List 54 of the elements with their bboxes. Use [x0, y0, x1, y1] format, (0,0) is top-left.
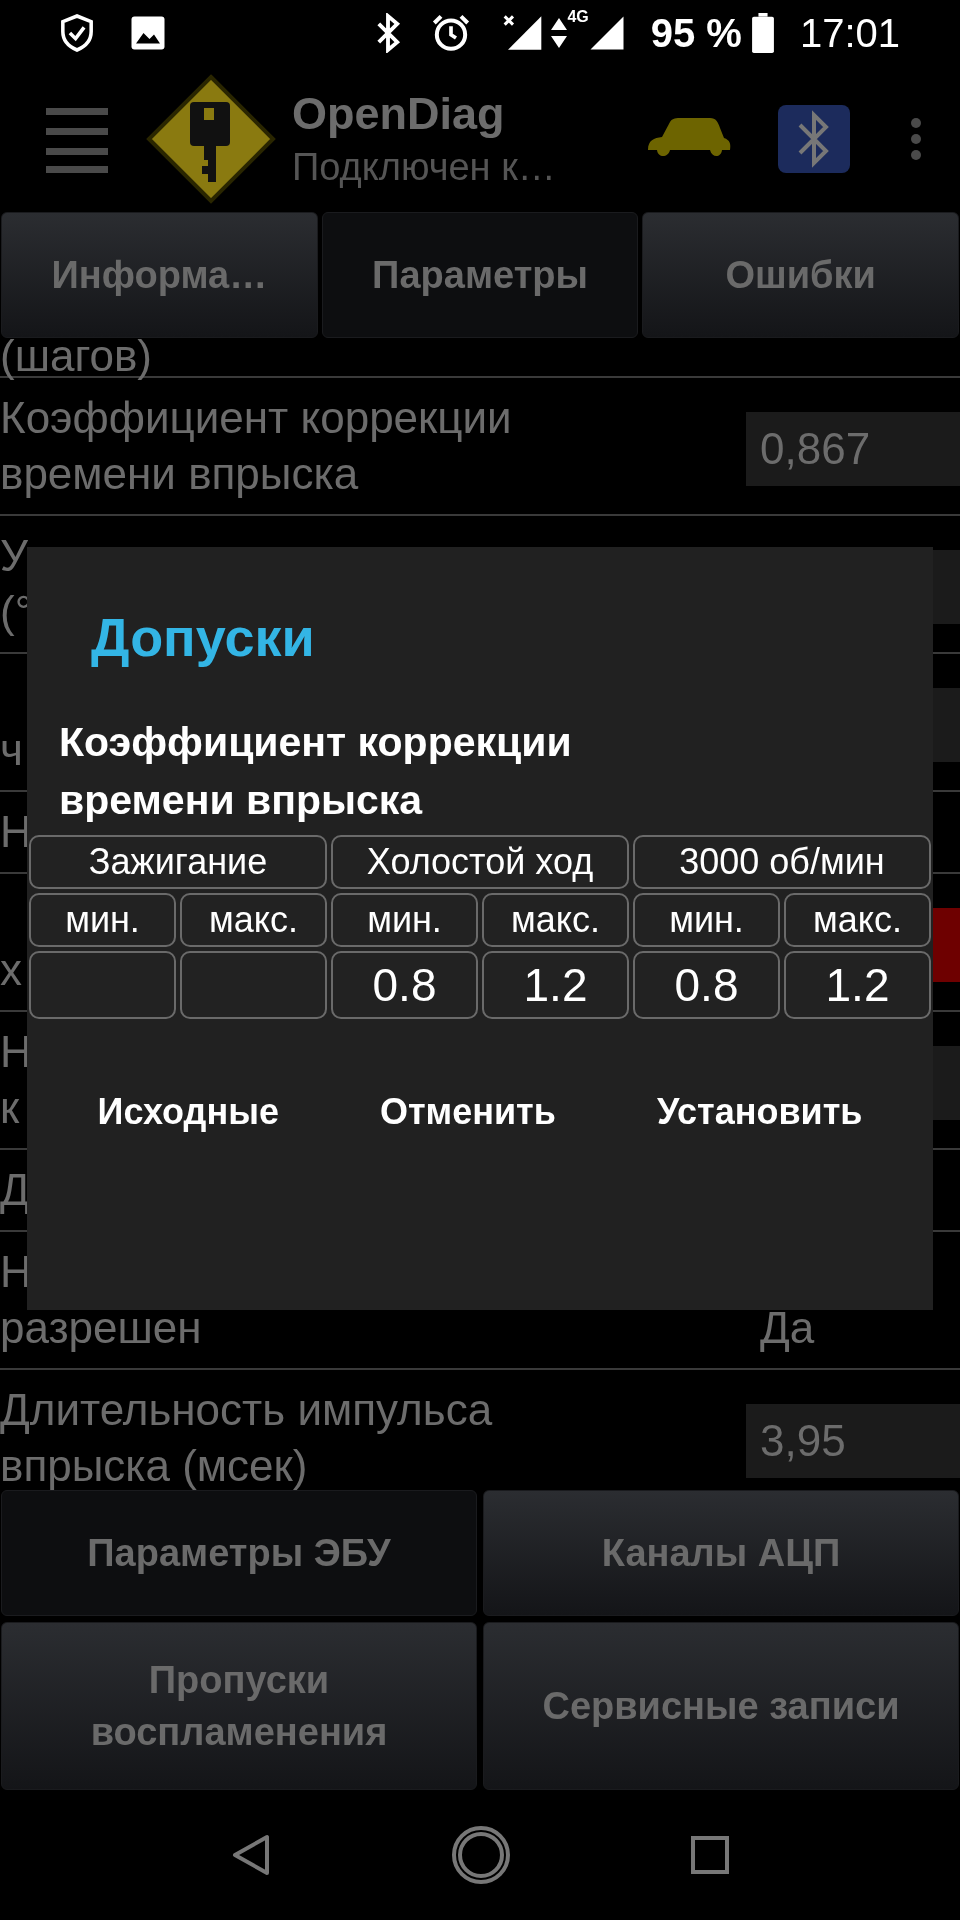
battery-percent: 95 %	[650, 10, 742, 57]
tab[interactable]: Параметры	[321, 212, 639, 338]
home-icon[interactable]	[451, 1825, 511, 1885]
column-header: макс.	[482, 893, 629, 947]
column-header: мин.	[29, 893, 176, 947]
column-header: мин.	[633, 893, 780, 947]
parameter-name: Коэффициент коррекции времени впрыска	[59, 718, 573, 825]
column-header: макс.	[180, 893, 327, 947]
back-icon[interactable]	[231, 1833, 271, 1877]
dialog-button[interactable]: Отменить	[367, 1077, 568, 1147]
group-header: 3000 об/мин	[633, 835, 931, 889]
image-icon	[130, 15, 166, 51]
alarm-icon	[431, 13, 472, 53]
bluetooth-adapter-icon[interactable]	[778, 105, 850, 173]
clock: 17:01	[799, 10, 900, 57]
parameter-label: разрешен	[0, 1302, 202, 1354]
parameter-label: ч	[0, 724, 23, 776]
group-header: Холостой ход	[331, 835, 629, 889]
dialog-title: Допуски	[91, 606, 316, 669]
column-header: макс.	[784, 893, 931, 947]
battery-icon	[751, 13, 774, 53]
parameter-label: У	[0, 530, 28, 582]
data-activity-icon	[551, 16, 568, 50]
action-button[interactable]: Каналы АЦП	[483, 1490, 959, 1616]
tab[interactable]: Информа…	[1, 212, 318, 338]
dialog-button[interactable]: Установить	[644, 1077, 875, 1147]
value-cell: 1.2	[784, 951, 931, 1019]
value-field: 3,95	[746, 1404, 960, 1478]
network-type: 4G	[567, 8, 589, 26]
value-cell: 1.2	[482, 951, 629, 1019]
action-button[interactable]: Сервисные записи	[483, 1622, 959, 1790]
parameter-value: Да	[759, 1302, 816, 1354]
connection-status: Подключен к…	[292, 145, 556, 190]
parameter-label: времени впрыска	[0, 448, 359, 500]
action-button[interactable]: Параметры ЭБУ	[1, 1490, 477, 1616]
more-options-icon[interactable]	[910, 117, 922, 161]
value-field: 0,867	[746, 412, 960, 486]
group-header: Зажигание	[29, 835, 327, 889]
action-button[interactable]: Пропуски воспламенения	[1, 1622, 477, 1790]
tab[interactable]: Ошибки	[642, 212, 959, 338]
parameter-label: к	[0, 1082, 20, 1134]
value-cell: 0.8	[331, 951, 478, 1019]
parameter-label: Коэффициент коррекции	[0, 392, 512, 444]
shield-check-icon	[60, 13, 94, 53]
value-cell: 0.8	[633, 951, 780, 1019]
dialog-button[interactable]: Исходные	[85, 1077, 291, 1147]
parameter-label: Длительность импульса	[0, 1384, 493, 1436]
bluetooth-icon	[375, 13, 402, 53]
column-header: мин.	[331, 893, 478, 947]
recents-icon[interactable]	[691, 1836, 729, 1874]
parameter-label: впрыска (мсек)	[0, 1440, 308, 1490]
parameter-label: х	[0, 944, 22, 996]
app-title: OpenDiag	[292, 87, 506, 141]
signal-icon	[588, 15, 625, 51]
